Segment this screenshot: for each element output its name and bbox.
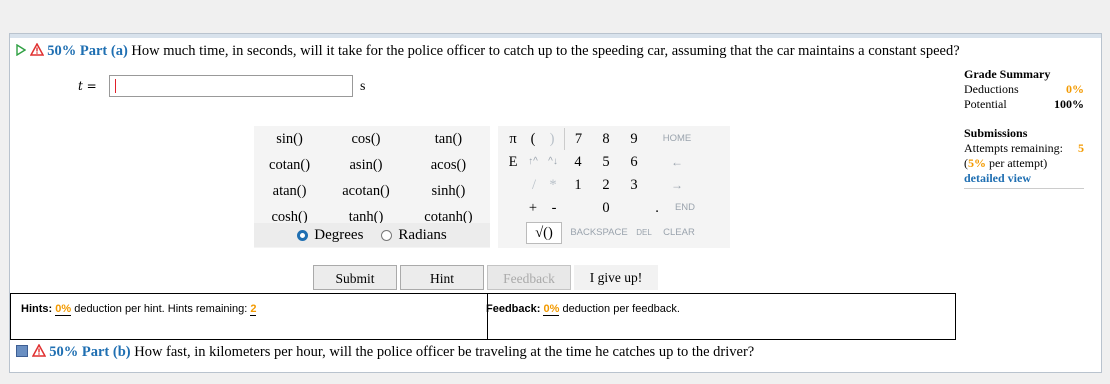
feedback-text: deduction per feedback. [562,303,680,315]
key-7[interactable]: 7 [564,128,592,150]
key-dot[interactable]: . [648,197,666,219]
collapse-square-icon[interactable] [16,345,28,357]
degrees-label: Degrees [314,226,364,243]
numeric-keypad: π ( ) 7 8 9 HOME E ↑^ ^↓ 4 5 6 ← / * 1 2… [498,126,730,248]
grade-summary: Grade Summary Deductions 0% Potential 100%… [964,67,1084,189]
key-2[interactable]: 2 [592,174,620,196]
key-plus[interactable]: + [524,197,542,219]
key-rparen[interactable]: ) [542,128,562,150]
submissions-title: Submissions [964,126,1028,140]
potential-value: 100% [1054,97,1084,111]
deductions-value: 0% [1066,82,1084,96]
part-a-header: 50% Part (a) How much time, in seconds, … [16,42,960,60]
attempts-label: Attempts remaining: [964,141,1063,155]
warning-icon [29,42,44,56]
submit-button[interactable]: Submit [313,265,397,290]
hints-text: deduction per hint. Hints remaining: [74,303,248,315]
key-9[interactable]: 9 [620,128,648,150]
key-divide[interactable]: / [524,174,544,196]
per-attempt-text: per attempt) [989,156,1048,170]
part-b-label: Part (b) [81,344,131,360]
key-6[interactable]: 6 [620,151,648,173]
radians-radio[interactable] [381,229,393,241]
grade-divider [964,188,1084,189]
fn-sin-button[interactable]: sin() [254,126,325,152]
detailed-view-link[interactable]: detailed view [964,171,1084,186]
hints-remaining: 2 [250,303,257,316]
part-b-question: How fast, in kilometers per hour, will t… [134,344,755,360]
fn-cos-button[interactable]: cos() [325,126,407,152]
key-lparen[interactable]: ( [524,128,542,150]
part-b-header: 50% Part (b) How fast, in kilometers per… [16,343,755,361]
give-up-button[interactable]: I give up! [574,265,658,290]
key-lower[interactable]: ^↓ [542,151,564,173]
degrees-radio[interactable] [297,229,309,241]
feedback-label: Feedback: [486,303,541,315]
expand-arrow-icon[interactable] [16,43,27,57]
key-end[interactable]: END [666,197,704,219]
feedback-deduction-pct: 0% [543,303,560,316]
per-attempt-pct: 5% [968,156,986,170]
hints-box: Hints: 0% deduction per hint. Hints rema… [10,293,488,340]
key-multiply[interactable]: * [542,174,564,196]
fn-acotan-button[interactable]: acotan() [325,178,407,204]
answer-input[interactable] [109,75,353,97]
key-sqrt[interactable]: √() [526,222,562,244]
fn-sinh-button[interactable]: sinh() [407,178,490,204]
key-minus[interactable]: - [544,197,564,219]
panel-top-border [10,34,1101,38]
grade-summary-title: Grade Summary [964,67,1051,81]
attempts-value: 5 [1078,141,1084,155]
fn-cotan-button[interactable]: cotan() [254,152,325,178]
part-a-percent: 50% [47,43,77,59]
question-panel: 50% Part (a) How much time, in seconds, … [9,33,1102,373]
fn-asin-button[interactable]: asin() [325,152,407,178]
feedback-box: Feedback: 0% deduction per feedback. [486,293,956,340]
answer-variable-label: t = [78,79,97,93]
part-a-question: How much time, in seconds, will it take … [131,43,960,59]
hints-deduction-pct: 0% [55,303,72,316]
potential-label: Potential [964,97,1007,111]
key-right-arrow-icon[interactable]: → [650,174,704,196]
feedback-button[interactable]: Feedback [487,265,571,290]
deductions-label: Deductions [964,82,1019,96]
angle-mode-group: Degrees Radians [254,223,490,247]
key-backspace[interactable]: BACKSPACE [564,222,634,244]
hints-label: Hints: [21,303,53,315]
key-clear[interactable]: CLEAR [654,222,704,244]
fn-atan-button[interactable]: atan() [254,178,325,204]
key-left-arrow-icon[interactable]: ← [650,151,704,173]
text-cursor [115,79,116,93]
key-home[interactable]: HOME [650,128,704,150]
fn-tan-button[interactable]: tan() [407,126,490,152]
key-pi[interactable]: π [502,128,524,150]
key-5[interactable]: 5 [592,151,620,173]
fn-acos-button[interactable]: acos() [407,152,490,178]
radians-label: Radians [398,226,447,243]
part-b-percent: 50% [49,344,79,360]
key-8[interactable]: 8 [592,128,620,150]
key-4[interactable]: 4 [564,151,592,173]
key-del[interactable]: DEL [634,222,654,244]
key-raise[interactable]: ↑^ [522,151,544,173]
key-0[interactable]: 0 [564,197,648,219]
key-3[interactable]: 3 [620,174,648,196]
key-e[interactable]: E [502,151,524,173]
hint-button[interactable]: Hint [400,265,484,290]
warning-icon [31,343,46,357]
key-1[interactable]: 1 [564,174,592,196]
part-a-label: Part (a) [79,43,128,59]
answer-unit: s [360,79,366,94]
